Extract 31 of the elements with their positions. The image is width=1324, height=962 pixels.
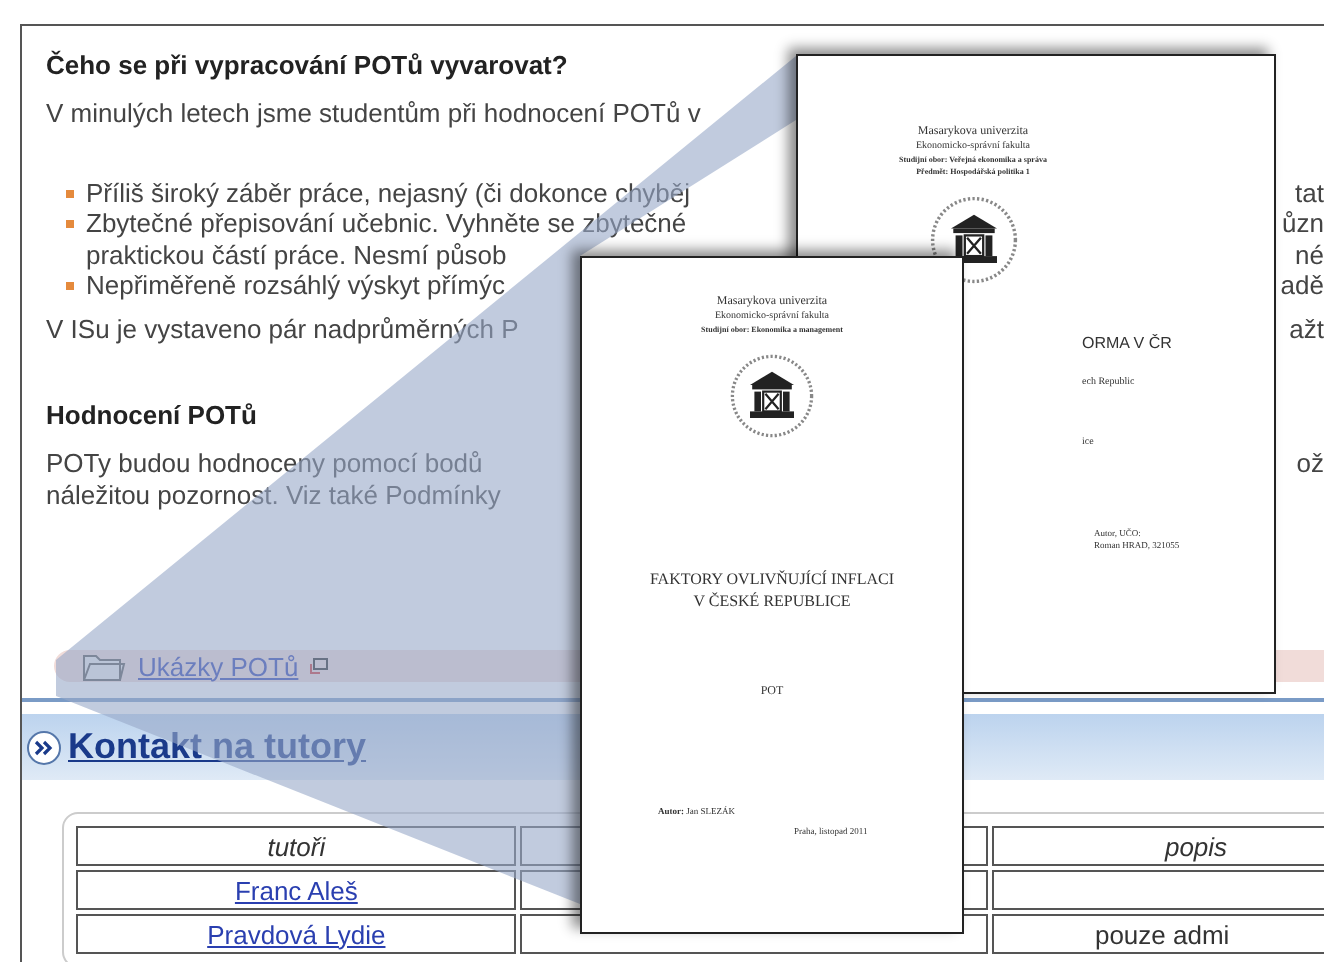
double-chevron-icon xyxy=(26,729,62,765)
table-header-cell: popis xyxy=(992,826,1324,866)
page-title-text: FAKTORY OVLIVŇUJÍCÍ INFLACI xyxy=(649,567,895,591)
bullet-icon xyxy=(66,220,74,228)
body-text: Zbytečné přepisování učebnic. Vyhněte se zbytečné xyxy=(86,208,687,239)
body-text: Nepřiměřeně rozsáhlý výskyt přímýc xyxy=(86,270,505,301)
tutor-link[interactable]: Franc Aleš xyxy=(234,875,358,905)
body-text: ož xyxy=(1296,448,1324,479)
table-header-cell: tutoři xyxy=(76,826,517,866)
body-text: ažt xyxy=(1289,313,1324,344)
page-text: ORMA V ČR xyxy=(1082,333,1174,354)
section-heading: Hodnocení POTů xyxy=(46,400,259,432)
page-title-text: V ČESKÉ REPUBLICE xyxy=(691,590,853,613)
bullet-icon xyxy=(66,282,74,290)
university-seal-icon xyxy=(728,351,816,440)
body-text: praktickou částí práce. Nesmí působ xyxy=(86,239,507,270)
table-cell: pouze admi xyxy=(992,914,1324,954)
body-text: POTy budou hodnoceny pomocí bodů xyxy=(46,448,483,479)
bullet-icon xyxy=(66,189,74,197)
new-window-icon xyxy=(310,658,329,674)
folder-icon xyxy=(82,650,126,682)
body-text: adě xyxy=(1280,270,1324,301)
body-text: V minulých letech jsme studentům při hodnocení POTů v xyxy=(46,98,701,129)
body-text: náležitou pozornost. Viz také Podmínky xyxy=(46,479,501,510)
body-text: tat xyxy=(1295,177,1324,208)
body-text: Příliš široký záběr práce, nejasný (či dokonce chyběj xyxy=(86,177,691,208)
body-text: ůzn xyxy=(1282,208,1324,239)
body-text: V ISu je vystaveno pár nadprůměrných P xyxy=(46,313,519,344)
tutor-link[interactable]: Pravdová Lydie xyxy=(207,919,386,949)
body-text: né xyxy=(1295,239,1324,270)
section-heading: Čeho se při vypracování POTů vyvarovat? xyxy=(46,50,570,82)
